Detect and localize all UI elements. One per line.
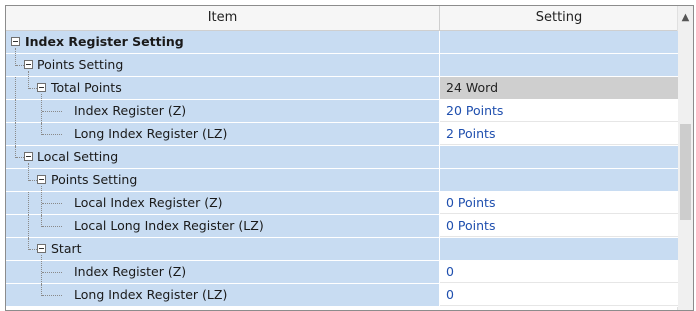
column-header-item[interactable]: Item	[6, 6, 440, 30]
row-setting-empty	[440, 31, 678, 53]
row-label: Points Setting	[37, 57, 124, 72]
tree-row-points-setting[interactable]: Points Setting	[6, 48, 678, 77]
row-label: Points Setting	[51, 172, 138, 187]
setting-value-field[interactable]: 0 Points	[440, 215, 678, 237]
row-setting-empty	[440, 169, 678, 191]
tree-row-index-register-setting[interactable]: Index Register Setting	[6, 31, 678, 54]
vertical-scrollbar[interactable]: ▲	[677, 6, 693, 310]
row-label: Long Index Register (LZ)	[74, 126, 228, 141]
collapse-icon[interactable]	[37, 83, 46, 92]
row-label: Index Register (Z)	[74, 264, 187, 279]
row-label: Local Index Register (Z)	[74, 195, 223, 210]
collapse-icon[interactable]	[37, 175, 46, 184]
setting-value-field[interactable]: 0	[440, 284, 678, 306]
setting-value-field[interactable]: 20 Points	[440, 100, 678, 122]
tree-rows: Index Register Setting Points Setting To…	[6, 31, 678, 307]
row-label: Local Long Index Register (LZ)	[74, 218, 264, 233]
row-setting-empty	[440, 146, 678, 168]
row-label: Total Points	[51, 80, 122, 95]
tree-row-start[interactable]: Start	[6, 238, 678, 261]
tree-row-local-index-register-z[interactable]: Local Index Register (Z) 0 Points	[6, 186, 678, 215]
collapse-icon[interactable]	[11, 37, 20, 46]
row-setting-value: 24 Word	[440, 77, 678, 99]
row-label: Long Index Register (LZ)	[74, 287, 228, 302]
collapse-icon[interactable]	[24, 60, 33, 69]
tree-row-local-points-setting[interactable]: Points Setting	[6, 163, 678, 192]
setting-value-field[interactable]: 0	[440, 261, 678, 283]
scroll-up-icon[interactable]: ▲	[678, 11, 693, 25]
tree-row-long-index-register-lz[interactable]: Long Index Register (LZ) 2 Points	[6, 123, 678, 146]
setting-value-field[interactable]: 0 Points	[440, 192, 678, 214]
tree-row-local-setting[interactable]: Local Setting	[6, 146, 678, 169]
row-label: Index Register (Z)	[74, 103, 187, 118]
tree-row-local-long-index-register-lz[interactable]: Local Long Index Register (LZ) 0 Points	[6, 215, 678, 238]
parameter-tree-grid: Item Setting ▲ Index Register Setting Po…	[5, 5, 694, 311]
tree-row-index-register-z[interactable]: Index Register (Z) 20 Points	[6, 94, 678, 123]
row-label: Start	[51, 241, 82, 256]
collapse-icon[interactable]	[24, 152, 33, 161]
row-setting-empty	[440, 54, 678, 76]
column-header-setting[interactable]: Setting	[440, 6, 678, 30]
setting-value-field[interactable]: 2 Points	[440, 123, 678, 145]
tree-row-start-long-index-register-lz[interactable]: Long Index Register (LZ) 0	[6, 284, 678, 307]
tree-row-total-points[interactable]: Total Points 24 Word	[6, 71, 678, 100]
collapse-icon[interactable]	[37, 244, 46, 253]
grid-header: Item Setting	[6, 6, 678, 31]
row-label: Index Register Setting	[25, 34, 184, 49]
row-label: Local Setting	[37, 149, 119, 164]
row-setting-empty	[440, 238, 678, 260]
tree-row-start-index-register-z[interactable]: Index Register (Z) 0	[6, 255, 678, 284]
scrollbar-thumb[interactable]	[680, 124, 691, 220]
